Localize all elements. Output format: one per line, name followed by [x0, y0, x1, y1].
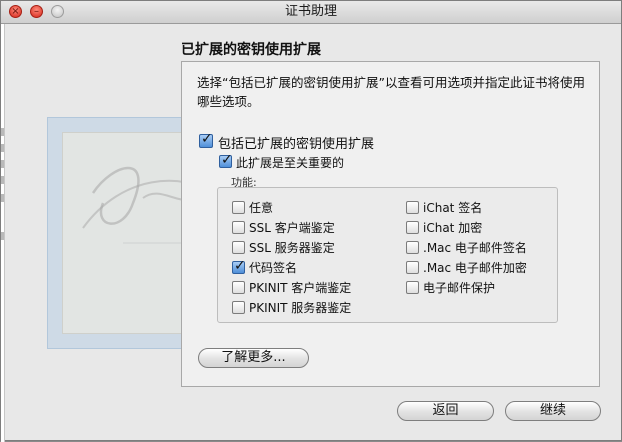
capability-any-label: 任意 — [249, 201, 274, 215]
capability-code-signing-checkbox[interactable]: ✓ — [232, 258, 246, 274]
checkmark-icon: ✓ — [201, 131, 213, 147]
capability-ssl-server-checkbox[interactable] — [232, 241, 245, 254]
capability-mac-email-encryption-label: .Mac 电子邮件加密 — [423, 261, 527, 275]
capability-ichat-signing-checkbox[interactable] — [406, 201, 419, 214]
background-row — [1, 232, 4, 240]
capability-ssl-server-label: SSL 服务器鉴定 — [249, 241, 335, 255]
background-row — [1, 194, 4, 202]
checkmark-icon: ✓ — [221, 152, 233, 168]
capability-mac-email-encryption-checkbox[interactable] — [406, 261, 419, 274]
capability-code-signing-label: 代码签名 — [249, 261, 298, 275]
window-title: 证书助理 — [284, 4, 337, 19]
capability-mac-email-signing-label: .Mac 电子邮件签名 — [423, 241, 527, 255]
capability-ichat-encryption-checkbox[interactable] — [406, 221, 419, 234]
background-row — [1, 128, 4, 136]
continue-button[interactable]: 继续 — [505, 401, 601, 421]
certificate-assistant-window: × – 证书助理 已扩展的密钥使用扩展 选择“包括已扩展的密钥使用扩展”以查看可… — [0, 0, 622, 442]
background-row — [1, 144, 4, 152]
section-description: 选择“包括已扩展的密钥使用扩展”以查看可用选项并指定此证书将使用哪些选项。 — [197, 75, 585, 109]
include-extension-label: 包括已扩展的密钥使用扩展 — [218, 137, 375, 152]
capability-pkinit-client-checkbox[interactable] — [232, 281, 245, 294]
critical-extension-label: 此扩展是至关重要的 — [236, 156, 345, 170]
title-bar: × – 证书助理 — [1, 1, 621, 24]
capability-ssl-client-label: SSL 客户端鉴定 — [249, 221, 335, 235]
capability-ssl-client-checkbox[interactable] — [232, 221, 245, 234]
include-extension-checkbox[interactable]: ✓ — [199, 131, 213, 148]
checkmark-icon: ✓ — [234, 258, 246, 274]
capability-pkinit-server-checkbox[interactable] — [232, 301, 245, 314]
critical-extension-checkbox[interactable]: ✓ — [219, 152, 233, 168]
background-row — [1, 176, 4, 184]
capability-email-protection-label: 电子邮件保护 — [423, 281, 496, 295]
background-row — [1, 160, 4, 168]
capability-pkinit-client-label: PKINIT 客户端鉴定 — [249, 281, 352, 295]
capability-pkinit-server-label: PKINIT 服务器鉴定 — [249, 301, 352, 315]
capability-email-protection-checkbox[interactable] — [406, 281, 419, 294]
background-window-edge — [1, 24, 5, 442]
section-title: 已扩展的密钥使用扩展 — [181, 42, 321, 58]
capability-ichat-signing-label: iChat 签名 — [423, 201, 483, 215]
capability-mac-email-signing-checkbox[interactable] — [406, 241, 419, 254]
capability-any-checkbox[interactable] — [232, 201, 245, 214]
capability-ichat-encryption-label: iChat 加密 — [423, 221, 483, 235]
learn-more-button[interactable]: 了解更多... — [198, 348, 309, 368]
back-button[interactable]: 返回 — [397, 401, 494, 421]
